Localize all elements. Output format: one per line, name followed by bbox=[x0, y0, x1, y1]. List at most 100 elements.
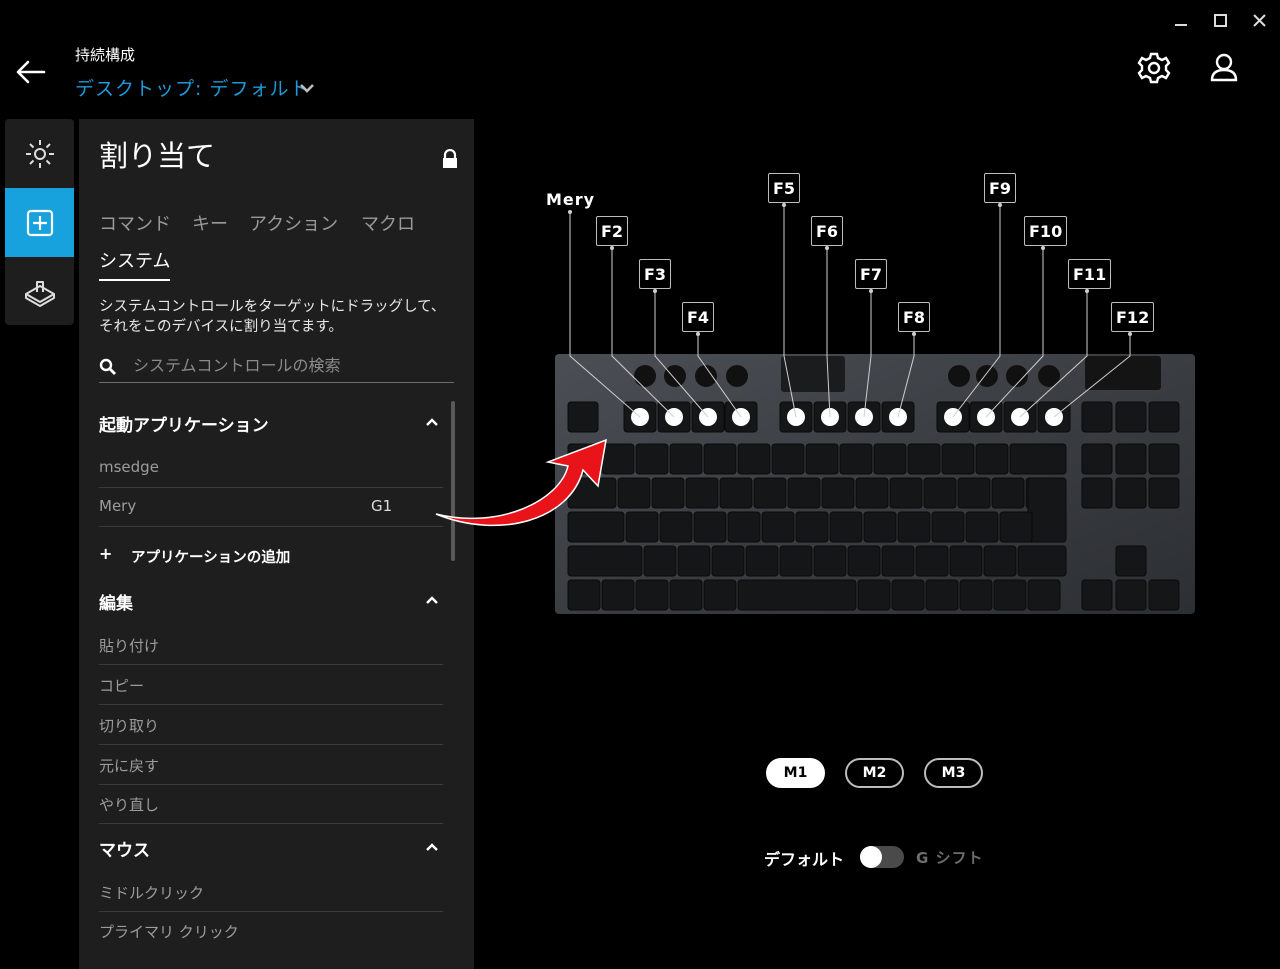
keycap bbox=[813, 545, 847, 577]
keycap bbox=[685, 477, 719, 509]
close-icon bbox=[1253, 14, 1266, 27]
list-item[interactable]: プライマリ クリック bbox=[99, 911, 443, 950]
memory-button-m1[interactable]: M1 bbox=[766, 758, 825, 788]
key-callout-f10[interactable]: F10 bbox=[1024, 216, 1068, 246]
section-header-mouse[interactable]: マウス bbox=[99, 836, 439, 862]
keycap bbox=[991, 477, 1025, 509]
assigned-key-dot bbox=[944, 408, 962, 426]
media-key bbox=[695, 365, 717, 387]
keycap bbox=[863, 511, 897, 543]
item-label: msedge bbox=[99, 458, 159, 476]
keycap bbox=[651, 477, 685, 509]
lock-icon[interactable] bbox=[441, 148, 459, 169]
nav-key bbox=[1081, 401, 1113, 433]
tab-actions[interactable]: アクション bbox=[249, 210, 338, 236]
list-item[interactable]: 切り取り bbox=[99, 705, 443, 745]
modifier-key bbox=[993, 579, 1027, 611]
list-item[interactable]: コピー bbox=[99, 665, 443, 705]
tab-keys[interactable]: キー bbox=[192, 210, 228, 236]
rail-item-lighting[interactable] bbox=[5, 119, 74, 188]
key-callout-f5[interactable]: F5 bbox=[768, 173, 801, 203]
assigned-key-dot bbox=[855, 408, 873, 426]
profile-selector[interactable]: デスクトップ: デフォルト bbox=[75, 74, 309, 101]
keycap bbox=[625, 511, 659, 543]
list-item[interactable]: Mery G1 bbox=[99, 487, 443, 527]
list-item[interactable]: ミドルクリック bbox=[99, 872, 443, 912]
settings-button[interactable] bbox=[1136, 50, 1172, 86]
memory-button-m3[interactable]: M3 bbox=[924, 758, 983, 788]
keycap bbox=[855, 477, 889, 509]
media-key bbox=[948, 365, 970, 387]
chevron-up-icon bbox=[426, 418, 438, 426]
tab-commands[interactable]: コマンド bbox=[99, 210, 171, 236]
key-callout-f4[interactable]: F4 bbox=[682, 302, 715, 332]
panel-title: 割り当て bbox=[99, 139, 216, 173]
key-callout-f3[interactable]: F3 bbox=[639, 259, 672, 289]
keycap bbox=[703, 443, 737, 475]
list-item[interactable]: msedge bbox=[99, 448, 443, 488]
keycap bbox=[821, 477, 855, 509]
tab-macros[interactable]: マクロ bbox=[361, 210, 415, 236]
rail-item-game-mode[interactable] bbox=[5, 257, 74, 325]
modifier-key bbox=[601, 579, 635, 611]
search-input[interactable] bbox=[131, 351, 455, 379]
leader-dot bbox=[1128, 332, 1132, 336]
close-button[interactable] bbox=[1249, 10, 1271, 32]
list-item[interactable]: やり直し bbox=[99, 784, 443, 824]
key-callout-f2[interactable]: F2 bbox=[596, 216, 629, 246]
gshift-toggle[interactable] bbox=[860, 846, 904, 868]
leader-dot bbox=[782, 203, 786, 207]
back-button[interactable] bbox=[14, 58, 46, 86]
chevron-up-icon bbox=[426, 596, 438, 604]
assignment-panel: 割り当て コマンド キー アクション マクロ システム システムコントロールをタ… bbox=[79, 119, 474, 969]
account-button[interactable] bbox=[1206, 50, 1242, 86]
item-label: Mery bbox=[99, 497, 137, 515]
key-callout-f12[interactable]: F12 bbox=[1111, 302, 1155, 332]
leader-dot bbox=[1041, 246, 1045, 250]
arrow-key bbox=[1115, 545, 1147, 577]
media-key bbox=[664, 365, 686, 387]
backspace-key bbox=[1009, 443, 1067, 475]
memory-button-m2[interactable]: M2 bbox=[845, 758, 904, 788]
list-item[interactable]: 元に戻す bbox=[99, 745, 443, 785]
tab-system[interactable]: システム bbox=[99, 247, 171, 281]
item-label: プライマリ クリック bbox=[99, 923, 239, 941]
nav-key bbox=[1148, 401, 1180, 433]
minimize-button[interactable] bbox=[1170, 10, 1192, 32]
section-header-edit[interactable]: 編集 bbox=[99, 589, 439, 615]
assigned-key-dot bbox=[732, 408, 750, 426]
assignment-plus-icon bbox=[26, 209, 53, 236]
item-label: やり直し bbox=[99, 796, 160, 814]
assigned-key-dot bbox=[889, 408, 907, 426]
keycap bbox=[669, 443, 703, 475]
scrollbar[interactable] bbox=[451, 401, 455, 561]
enter-key bbox=[1027, 477, 1067, 543]
assigned-key-dot bbox=[977, 408, 995, 426]
leader-dot bbox=[653, 289, 657, 293]
assigned-key-dot bbox=[821, 408, 839, 426]
keycap bbox=[745, 545, 779, 577]
list-item[interactable]: 貼り付け bbox=[99, 625, 443, 665]
key-callout-f8[interactable]: F8 bbox=[898, 302, 931, 332]
esc-key bbox=[567, 401, 599, 433]
maximize-button[interactable] bbox=[1210, 10, 1232, 32]
section-header-launch-apps[interactable]: 起動アプリケーション bbox=[99, 411, 439, 437]
key-callout-f7[interactable]: F7 bbox=[855, 259, 888, 289]
modifier-key bbox=[959, 579, 993, 611]
key-callout-f11[interactable]: F11 bbox=[1068, 259, 1112, 289]
chevron-down-icon[interactable] bbox=[298, 80, 316, 96]
maximize-icon bbox=[1214, 14, 1227, 27]
search-box bbox=[99, 349, 455, 383]
keycap bbox=[999, 511, 1033, 543]
key-callout-f6[interactable]: F6 bbox=[811, 216, 844, 246]
shift-key bbox=[1017, 545, 1067, 577]
nav-key bbox=[1081, 443, 1113, 475]
toggle-knob bbox=[860, 846, 882, 868]
modifier-key bbox=[669, 579, 703, 611]
rail-item-assignments[interactable] bbox=[5, 188, 74, 257]
arrow-key bbox=[1148, 579, 1180, 611]
assigned-key-dot bbox=[665, 408, 683, 426]
leader-dot bbox=[912, 332, 916, 336]
nav-key bbox=[1148, 443, 1180, 475]
key-callout-f9[interactable]: F9 bbox=[984, 173, 1017, 203]
